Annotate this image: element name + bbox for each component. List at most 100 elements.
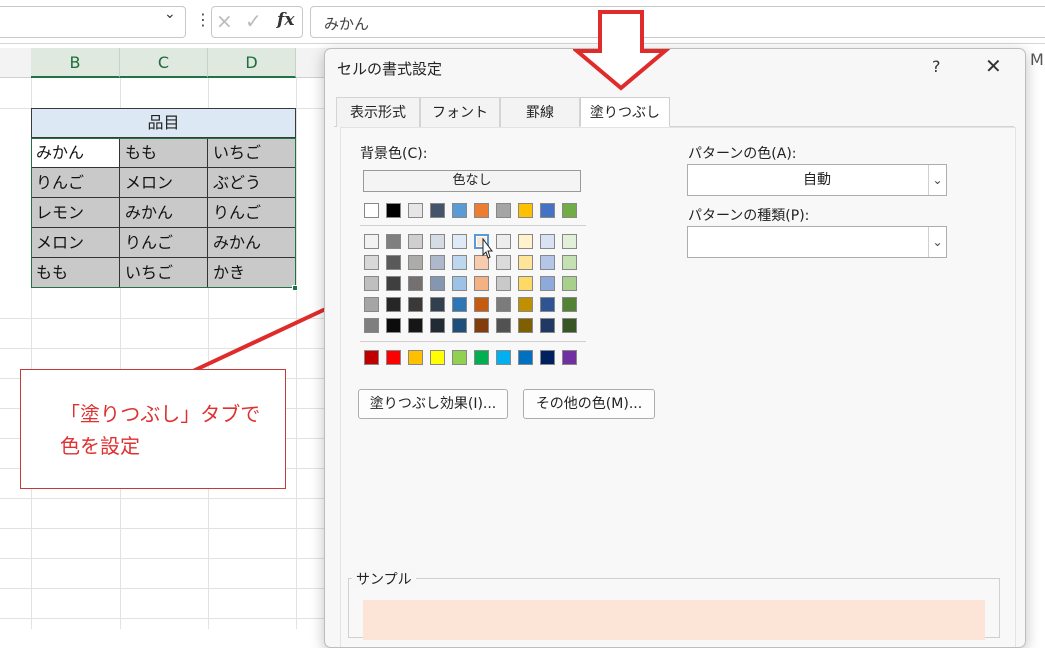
close-icon[interactable]: ✕ [985,54,1002,78]
color-swatch[interactable] [364,203,379,218]
fill-effects-button[interactable]: 塗りつぶし効果(I)... [358,389,508,419]
help-icon[interactable]: ? [932,57,941,76]
tab-fill[interactable]: 塗りつぶし [580,97,670,127]
color-swatch[interactable] [364,276,379,291]
pattern-style-dropdown[interactable] [687,226,947,258]
color-swatch[interactable] [540,234,555,249]
color-swatch[interactable] [540,255,555,270]
color-swatch[interactable] [386,318,401,333]
color-swatch[interactable] [386,255,401,270]
color-swatch[interactable] [562,318,577,333]
tab-border[interactable]: 罫線 [500,97,580,127]
color-swatch[interactable] [474,350,489,365]
color-swatch[interactable] [540,350,555,365]
callout-line-1: 「塗りつぶし」タブで [60,402,261,426]
column-header-d[interactable]: D [208,48,296,78]
color-swatch[interactable] [496,234,511,249]
name-box[interactable] [0,6,186,38]
color-swatch[interactable] [562,234,577,249]
color-swatch[interactable] [430,318,445,333]
column-header-c[interactable]: C [120,48,208,78]
color-swatch[interactable] [408,255,423,270]
tab-number[interactable]: 表示形式 [336,97,420,127]
color-swatch[interactable] [562,276,577,291]
color-swatch[interactable] [408,297,423,312]
color-swatch[interactable] [386,297,401,312]
color-swatch[interactable] [430,297,445,312]
color-swatch[interactable] [452,255,467,270]
color-swatch[interactable] [430,350,445,365]
color-swatch[interactable] [474,318,489,333]
color-swatch[interactable] [364,234,379,249]
grid-line [0,528,330,529]
enter-icon[interactable]: ✓ [245,9,262,33]
color-swatch[interactable] [430,255,445,270]
color-swatch[interactable] [386,276,401,291]
dialog-title: セルの書式設定 [337,60,443,78]
grid-line [0,558,330,559]
color-swatch[interactable] [386,350,401,365]
color-swatch[interactable] [452,276,467,291]
color-swatch[interactable] [452,318,467,333]
color-swatch[interactable] [518,203,533,218]
column-header-b[interactable]: B [31,48,120,78]
color-swatch[interactable] [408,350,423,365]
color-swatch[interactable] [518,350,533,365]
color-swatch[interactable] [452,203,467,218]
color-swatch[interactable] [430,234,445,249]
color-swatch[interactable] [518,297,533,312]
chevron-down-icon[interactable]: ⌄ [928,227,946,257]
tab-font[interactable]: フォント [420,97,500,127]
color-swatch[interactable] [496,297,511,312]
color-swatch[interactable] [496,203,511,218]
color-swatch[interactable] [408,276,423,291]
color-swatch[interactable] [496,255,511,270]
color-swatch[interactable] [452,297,467,312]
formula-input[interactable]: みかん [310,6,1045,38]
color-swatch[interactable] [518,276,533,291]
color-swatch[interactable] [518,234,533,249]
color-swatch[interactable] [364,350,379,365]
color-swatch[interactable] [562,255,577,270]
color-swatch[interactable] [474,276,489,291]
chevron-down-icon[interactable]: ⌄ [164,6,176,22]
pattern-color-dropdown[interactable]: 自動 [687,164,947,196]
color-swatch[interactable] [364,318,379,333]
color-swatch[interactable] [562,203,577,218]
color-swatch[interactable] [430,276,445,291]
column-header-m[interactable]: M [1030,50,1044,69]
background-color-label: 背景色(C): [360,146,428,162]
color-swatch[interactable] [496,318,511,333]
color-swatch[interactable] [540,297,555,312]
color-swatch[interactable] [364,255,379,270]
color-swatch[interactable] [452,234,467,249]
color-swatch[interactable] [540,276,555,291]
fill-handle[interactable] [292,285,298,291]
color-swatch[interactable] [540,203,555,218]
chevron-down-icon[interactable]: ⌄ [928,165,946,195]
color-swatch[interactable] [408,203,423,218]
color-swatch[interactable] [518,318,533,333]
color-swatch[interactable] [386,234,401,249]
color-swatch[interactable] [496,350,511,365]
color-swatch[interactable] [540,318,555,333]
color-swatch[interactable] [408,318,423,333]
color-swatch[interactable] [562,297,577,312]
color-swatch[interactable] [496,276,511,291]
color-swatch[interactable] [430,203,445,218]
color-swatch[interactable] [518,255,533,270]
color-swatch[interactable] [452,350,467,365]
insert-function-icon[interactable]: fx [277,10,294,30]
no-color-button[interactable]: 色なし [363,170,581,192]
color-swatch[interactable] [364,297,379,312]
grid-line [0,588,330,589]
more-colors-button[interactable]: その他の色(M)... [523,389,655,419]
more-options-icon[interactable]: ⋮ [195,10,211,29]
color-swatch[interactable] [474,297,489,312]
table-header[interactable]: 品目 [31,108,296,138]
cancel-icon[interactable]: × [216,9,233,33]
color-swatch[interactable] [562,350,577,365]
color-swatch[interactable] [474,203,489,218]
color-swatch[interactable] [386,203,401,218]
color-swatch[interactable] [408,234,423,249]
